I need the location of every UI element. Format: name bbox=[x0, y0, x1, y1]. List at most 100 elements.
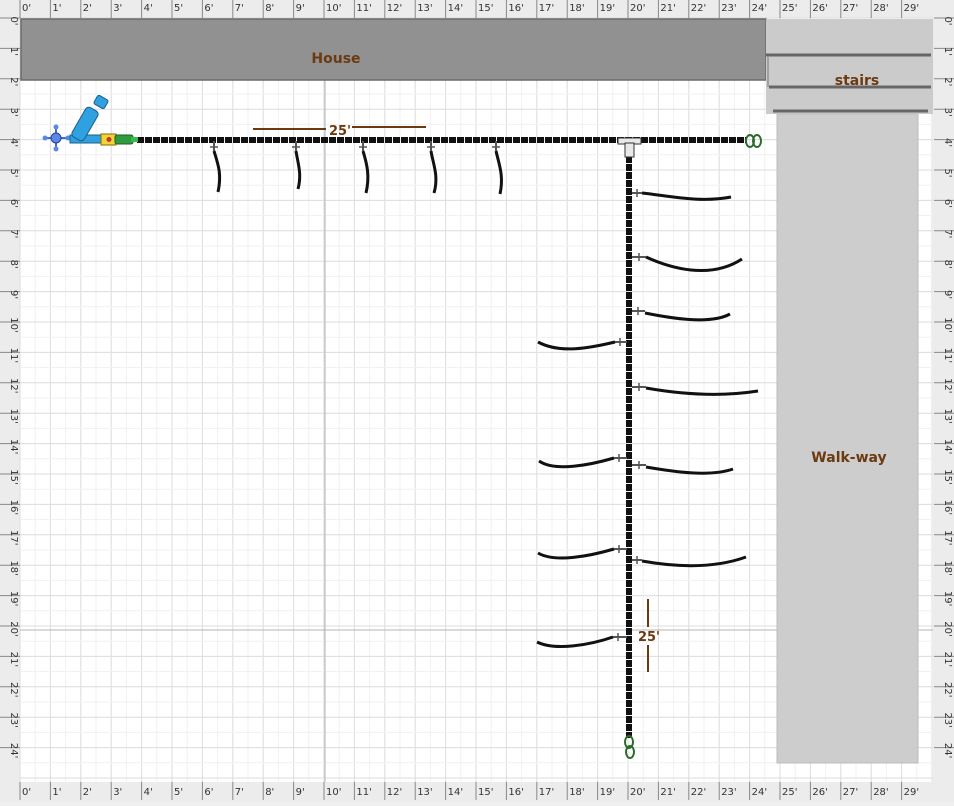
ruler-label: 10' bbox=[326, 787, 341, 798]
ruler-label: 12' bbox=[8, 378, 19, 393]
ruler-label: 13' bbox=[8, 408, 19, 423]
ruler-label: 0' bbox=[942, 16, 953, 25]
stairs-area bbox=[766, 19, 933, 114]
ruler-label: 24' bbox=[942, 743, 953, 758]
ruler-label: 7' bbox=[235, 3, 244, 14]
ruler-label: 19' bbox=[942, 591, 953, 606]
ruler-label: 11' bbox=[356, 787, 371, 798]
ruler-label: 0' bbox=[22, 3, 31, 14]
ruler-label: 29' bbox=[904, 3, 919, 14]
irrigation-layout-canvas: 0' 1' 2' 3' 4' 5' 6' 7' 8' 9' 10' 11' 12' 13' 14' 15' 16… bbox=[0, 0, 954, 802]
ruler-label: 26' bbox=[812, 787, 827, 798]
ruler-label: 13' bbox=[942, 408, 953, 423]
ruler-label: 20' bbox=[8, 621, 19, 636]
ruler-label: 5' bbox=[942, 168, 953, 177]
walkway-label: Walk-way bbox=[811, 450, 886, 466]
ruler-label: 10' bbox=[8, 317, 19, 332]
ruler-label: 24' bbox=[752, 787, 767, 798]
ruler-label: 14' bbox=[8, 439, 19, 454]
ruler-label: 8' bbox=[265, 787, 274, 798]
walkway-area bbox=[776, 113, 919, 764]
ruler-label: 11' bbox=[8, 348, 19, 363]
ruler-label: 9' bbox=[8, 290, 19, 299]
ruler-label: 0' bbox=[22, 787, 31, 798]
ruler-label: 14' bbox=[448, 787, 463, 798]
ruler-label: 4' bbox=[144, 3, 153, 14]
ruler-label: 17' bbox=[539, 3, 554, 14]
ruler-label: 27' bbox=[843, 3, 858, 14]
ruler-label: 15' bbox=[478, 787, 493, 798]
ruler-label: 27' bbox=[843, 787, 858, 798]
ruler-label: 21' bbox=[660, 3, 675, 14]
ruler-label: 1' bbox=[942, 47, 953, 56]
ruler-label: 17' bbox=[8, 530, 19, 545]
ruler-label: 18' bbox=[8, 560, 19, 575]
ruler-label: 23' bbox=[942, 712, 953, 727]
ruler-label: 21' bbox=[942, 652, 953, 667]
dimension-vertical-label: 25' bbox=[638, 630, 660, 645]
ruler-label: 21' bbox=[660, 787, 675, 798]
ruler-label: 16' bbox=[508, 787, 523, 798]
ruler-label: 2' bbox=[83, 3, 92, 14]
layout-drawing: 0' 1' 2' 3' 4' 5' 6' 7' 8' 9' 10' 11' 12' 13' 14' 15' 16… bbox=[0, 0, 954, 802]
ruler-label: 8' bbox=[265, 3, 274, 14]
ruler-label: 19' bbox=[8, 591, 19, 606]
ruler-label: 1' bbox=[52, 3, 61, 14]
ruler-label: 28' bbox=[873, 787, 888, 798]
ruler-label: 19' bbox=[600, 787, 615, 798]
ruler-label: 9' bbox=[942, 290, 953, 299]
ruler-label: 12' bbox=[942, 378, 953, 393]
ruler-label: 11' bbox=[942, 348, 953, 363]
ruler-label: 22' bbox=[942, 682, 953, 697]
ruler-label: 16' bbox=[942, 500, 953, 515]
ruler-label: 4' bbox=[144, 787, 153, 798]
ruler-label: 26' bbox=[812, 3, 827, 14]
ruler-label: 23' bbox=[8, 712, 19, 727]
dimension-horizontal-label: 25' bbox=[329, 124, 351, 139]
ruler-label: 22' bbox=[691, 787, 706, 798]
ruler-label: 4' bbox=[8, 138, 19, 147]
ruler-label: 6' bbox=[942, 199, 953, 208]
ruler-label: 18' bbox=[569, 787, 584, 798]
ruler-label: 15' bbox=[942, 469, 953, 484]
ruler-label: 7' bbox=[8, 229, 19, 238]
pressure-regulator-icon bbox=[100, 133, 117, 146]
ruler-label: 9' bbox=[296, 3, 305, 14]
ruler-label: 9' bbox=[296, 787, 305, 798]
ruler-label: 2' bbox=[8, 77, 19, 86]
ruler-label: 16' bbox=[508, 3, 523, 14]
ruler-label: 0' bbox=[8, 16, 19, 25]
house-label: House bbox=[311, 51, 360, 67]
ruler-label: 4' bbox=[942, 138, 953, 147]
ruler-label: 13' bbox=[417, 3, 432, 14]
ruler-label: 15' bbox=[478, 3, 493, 14]
ruler-label: 3' bbox=[8, 108, 19, 117]
ruler-label: 22' bbox=[8, 682, 19, 697]
ruler-label: 14' bbox=[448, 3, 463, 14]
ruler-label: 5' bbox=[8, 168, 19, 177]
ruler-label: 1' bbox=[52, 787, 61, 798]
ruler-label: 18' bbox=[569, 3, 584, 14]
ruler-label: 10' bbox=[326, 3, 341, 14]
ruler-label: 2' bbox=[83, 787, 92, 798]
ruler-label: 11' bbox=[356, 3, 371, 14]
ruler-label: 20' bbox=[630, 3, 645, 14]
ruler-label: 3' bbox=[942, 108, 953, 117]
ruler-label: 3' bbox=[113, 787, 122, 798]
ruler-label: 17' bbox=[942, 530, 953, 545]
ruler-label: 20' bbox=[630, 787, 645, 798]
ruler-label: 16' bbox=[8, 500, 19, 515]
ruler-label: 6' bbox=[204, 3, 213, 14]
ruler-label: 12' bbox=[387, 3, 402, 14]
ruler-label: 24' bbox=[752, 3, 767, 14]
ruler-label: 7' bbox=[942, 229, 953, 238]
ruler-label: 22' bbox=[691, 3, 706, 14]
ruler-label: 17' bbox=[539, 787, 554, 798]
ruler-label: 23' bbox=[721, 787, 736, 798]
ruler-label: 3' bbox=[113, 3, 122, 14]
ruler-label: 25' bbox=[782, 3, 797, 14]
ruler-label: 14' bbox=[942, 439, 953, 454]
ruler-label: 24' bbox=[8, 743, 19, 758]
ruler-label: 18' bbox=[942, 560, 953, 575]
ruler-label: 2' bbox=[942, 77, 953, 86]
